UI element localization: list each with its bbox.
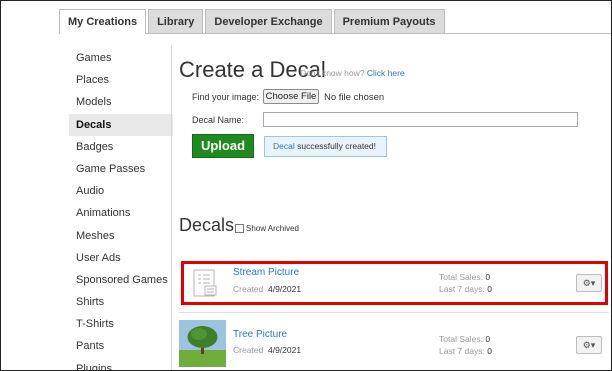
sidebar-item-badges[interactable]: Badges — [69, 136, 173, 158]
sidebar: Games Places Models Decals Badges Game P… — [69, 47, 173, 370]
sidebar-item-models[interactable]: Models — [69, 91, 173, 113]
sidebar-item-audio[interactable]: Audio — [69, 180, 173, 202]
success-decal-link[interactable]: Decal — [273, 141, 295, 151]
sidebar-item-sponsored-games[interactable]: Sponsored Games — [69, 269, 173, 291]
created-date: 4/9/2021 — [267, 345, 302, 355]
caret-down-icon: ▾ — [590, 340, 596, 350]
success-message: Decal successfully created! — [264, 136, 387, 157]
tab-my-creations[interactable]: My Creations — [59, 9, 147, 34]
help-hint: Don't know how? Click here — [300, 68, 405, 78]
success-text: successfully created! — [294, 141, 376, 151]
tab-library[interactable]: Library — [148, 9, 204, 33]
help-link[interactable]: Click here — [367, 68, 405, 78]
show-archived-label: Show Archived — [246, 224, 299, 233]
last-7-days-label: Last 7 days: — [439, 346, 485, 356]
last-7-days-value: 0 — [487, 346, 492, 356]
sidebar-divider — [171, 45, 172, 370]
gear-menu-button[interactable]: ⚙▾ — [576, 336, 602, 354]
tab-premium-payouts[interactable]: Premium Payouts — [333, 9, 445, 33]
decal-created: Created 4/9/2021 — [233, 345, 301, 355]
created-label: Created — [233, 345, 264, 355]
decals-heading: Decals — [179, 215, 235, 235]
highlight-box — [181, 261, 608, 305]
upload-button[interactable]: Upload — [192, 134, 254, 158]
sidebar-item-plugins[interactable]: Plugins — [69, 358, 173, 370]
total-sales-value: 0 — [485, 334, 491, 344]
decal-name-label: Decal Name: — [192, 115, 245, 125]
last-7-days: Last 7 days: 0 — [439, 346, 492, 356]
list-divider — [179, 312, 609, 313]
sidebar-item-decals[interactable]: Decals — [69, 113, 173, 136]
sidebar-item-shirts[interactable]: Shirts — [69, 291, 173, 313]
show-archived-checkbox[interactable] — [235, 224, 244, 233]
sidebar-item-t-shirts[interactable]: T-Shirts — [69, 313, 173, 335]
gear-icon: ⚙ — [582, 340, 591, 350]
total-sales-label: Total Sales: — [439, 334, 483, 344]
sidebar-item-user-ads[interactable]: User Ads — [69, 247, 173, 269]
decal-name-input[interactable] — [263, 112, 578, 127]
sidebar-item-pants[interactable]: Pants — [69, 335, 173, 357]
tab-bar: My Creations Library Developer Exchange … — [59, 9, 447, 34]
tree-thumbnail[interactable] — [179, 320, 226, 367]
sidebar-item-animations[interactable]: Animations — [69, 202, 173, 224]
choose-file-button[interactable]: Choose File — [263, 89, 319, 104]
total-sales: Total Sales: 0 — [439, 334, 490, 344]
sidebar-item-game-passes[interactable]: Game Passes — [69, 158, 173, 180]
help-hint-text: Don't know how? — [300, 68, 365, 78]
sidebar-item-games[interactable]: Games — [69, 47, 173, 69]
find-image-label: Find your image: — [192, 92, 260, 102]
decal-name-link[interactable]: Tree Picture — [233, 329, 287, 340]
no-file-text: No file chosen — [324, 92, 385, 103]
sidebar-item-meshes[interactable]: Meshes — [69, 225, 173, 247]
tab-developer-exchange[interactable]: Developer Exchange — [205, 9, 332, 33]
sidebar-item-places[interactable]: Places — [69, 69, 173, 91]
app-frame: My Creations Library Developer Exchange … — [0, 0, 612, 371]
